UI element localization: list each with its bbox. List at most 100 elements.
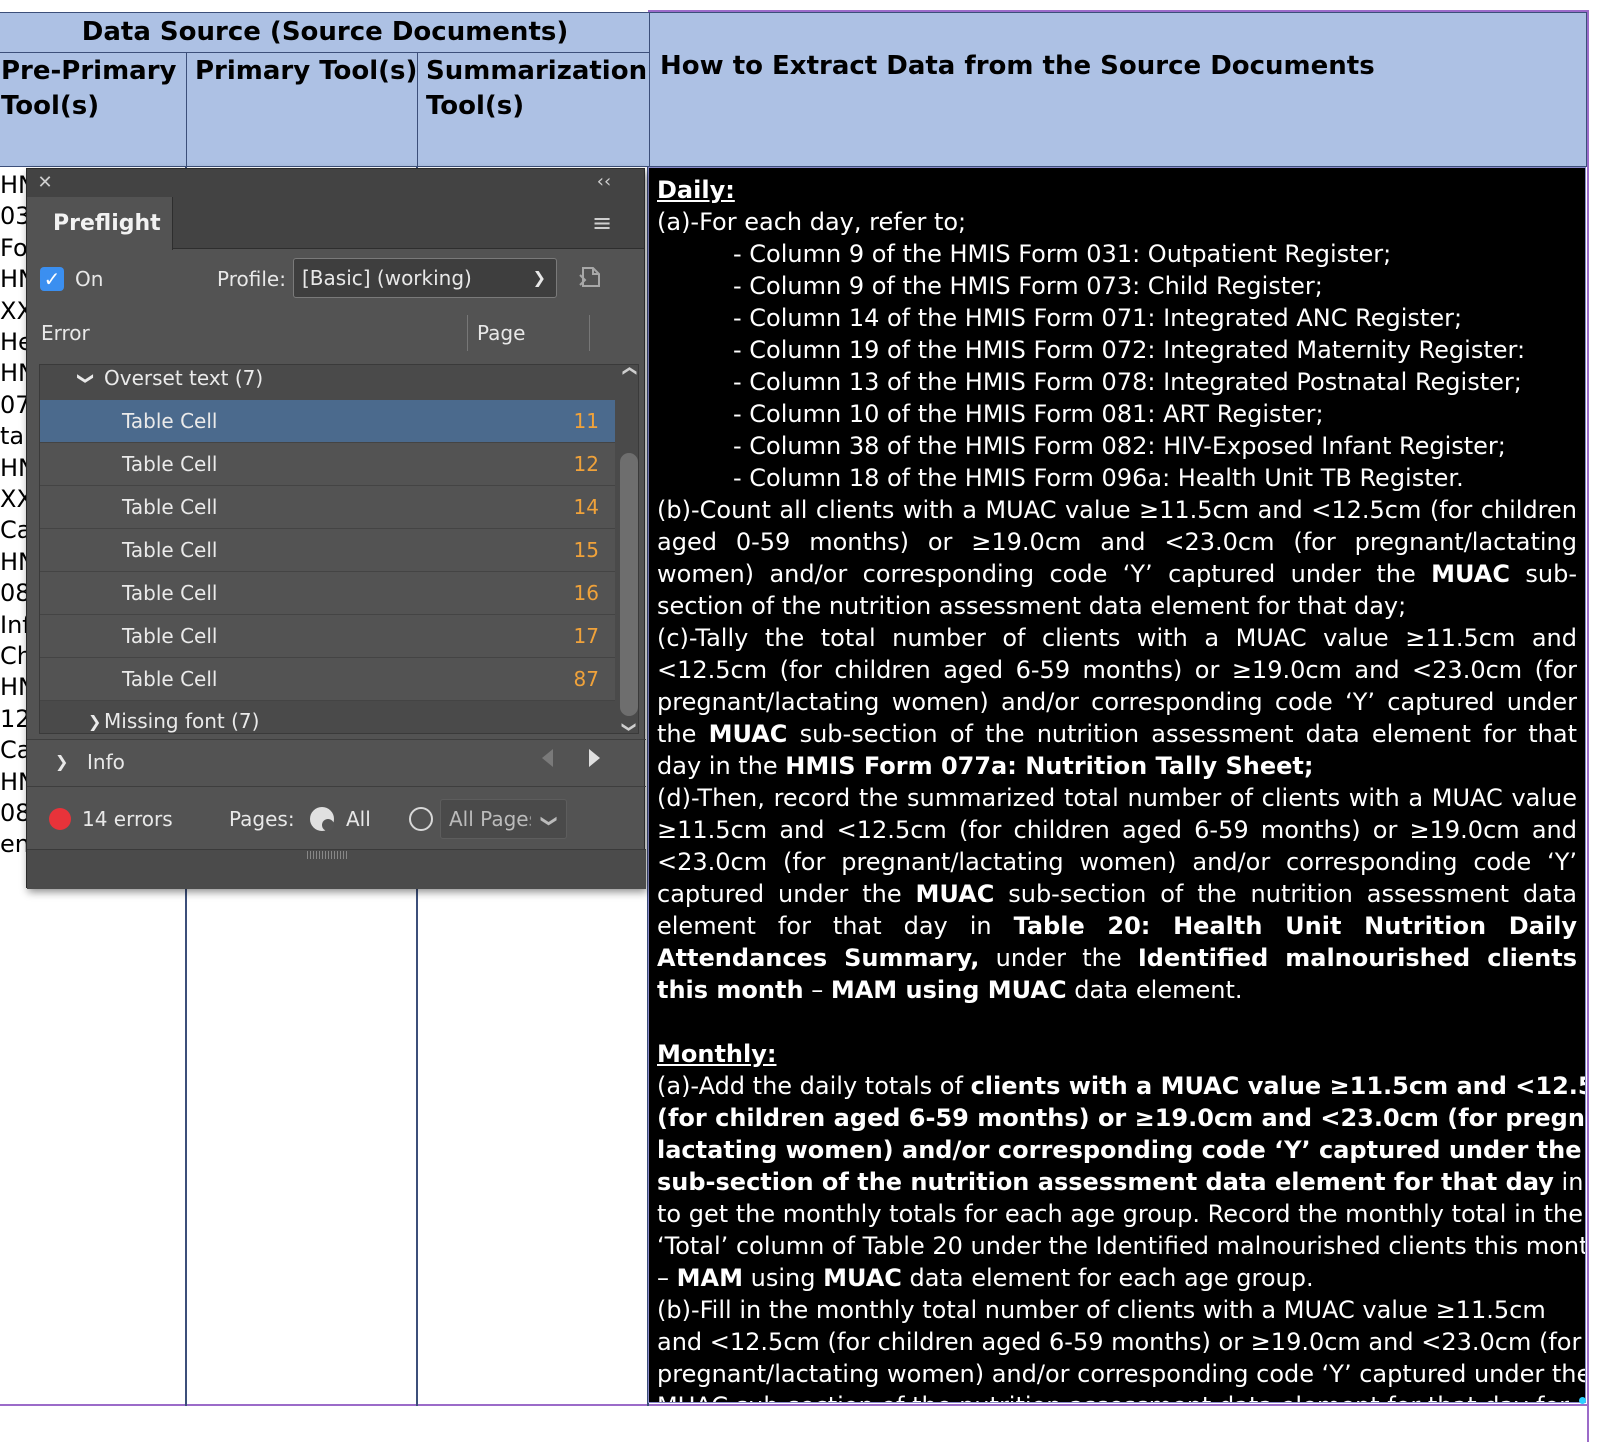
error-row-label: Table Cell bbox=[122, 495, 218, 519]
pages-range-radio[interactable] bbox=[409, 807, 433, 831]
daily-register-item: - Column 38 of the HMIS Form 082: HIV-Ex… bbox=[733, 432, 1506, 460]
list-scroll-thumb[interactable] bbox=[620, 453, 638, 716]
daily-heading: Daily: bbox=[657, 176, 735, 204]
pages-range-select[interactable]: All Pages ❯ bbox=[440, 799, 567, 839]
error-row-page[interactable]: 15 bbox=[574, 529, 599, 572]
daily-c-muac: MUAC bbox=[708, 720, 788, 748]
header-primary: Primary Tool(s) bbox=[186, 52, 418, 167]
monthly-a-line6: ‘Total’ column of Table 20 under the Ide… bbox=[657, 1232, 1586, 1260]
daily-b-muac: MUAC bbox=[1431, 560, 1510, 588]
error-row-label: Table Cell bbox=[122, 667, 218, 691]
monthly-b-line3: pregnant/lactating women) and/or corresp… bbox=[657, 1360, 1586, 1388]
daily-d-muac: MUAC bbox=[915, 880, 995, 908]
previous-icon[interactable] bbox=[542, 749, 553, 767]
group-overset-text[interactable]: ❯ Overset text (7) bbox=[40, 357, 615, 400]
error-row-page[interactable]: 87 bbox=[574, 658, 599, 701]
error-row-label: Table Cell bbox=[122, 624, 218, 648]
error-row[interactable]: Table Cell 15 bbox=[40, 529, 615, 572]
header-summarization-line2: Tool(s) bbox=[426, 91, 525, 121]
header-pre-primary-line2: Tool(s) bbox=[1, 91, 100, 121]
header-how-to-extract-label: How to Extract Data from the Source Docu… bbox=[660, 51, 1375, 81]
monthly-a-dash: – bbox=[657, 1264, 677, 1292]
chevron-right-icon: ❯ bbox=[55, 752, 69, 771]
status-indicator-icon bbox=[49, 808, 71, 830]
monthly-a-bold-2: (for children aged 6-59 months) or ≥19.0… bbox=[657, 1104, 1586, 1132]
info-section[interactable]: ❯ Info bbox=[27, 739, 646, 787]
error-row-page[interactable]: 12 bbox=[574, 443, 599, 486]
chevron-right-icon: ❯ bbox=[88, 712, 102, 731]
error-row[interactable]: Table Cell 87 bbox=[40, 658, 615, 701]
header-data-source: Data Source (Source Documents) bbox=[0, 12, 650, 53]
header-summarization-line1: Summarization bbox=[426, 56, 648, 86]
daily-d-paragraph: (d)-Then, record the summarized total nu… bbox=[657, 782, 1577, 1006]
monthly-heading: Monthly: bbox=[657, 1040, 777, 1068]
panel-tab-bar: Preflight ≡ bbox=[27, 197, 644, 250]
header-summarization: Summarization Tool(s) bbox=[417, 52, 650, 167]
daily-register-item: - Column 9 of the HMIS Form 073: Child R… bbox=[733, 272, 1323, 300]
extract-instructions-cell: Daily: (a)-For each day, refer to; - Col… bbox=[648, 167, 1586, 1403]
header-pre-primary-line1: Pre-Primary bbox=[1, 56, 177, 86]
panel-menu-icon[interactable]: ≡ bbox=[587, 209, 617, 237]
monthly-a-line7: – MAM using MUAC data element for each a… bbox=[657, 1262, 1577, 1294]
pages-all-label: All bbox=[346, 807, 371, 831]
group-overset-label: Overset text (7) bbox=[104, 366, 264, 390]
daily-register-list: - Column 9 of the HMIS Form 031: Outpati… bbox=[657, 238, 1577, 494]
next-icon[interactable] bbox=[589, 749, 600, 767]
monthly-b-line2: and <12.5cm (for children aged 6-59 mont… bbox=[657, 1328, 1582, 1356]
pages-all-radio[interactable] bbox=[310, 807, 334, 831]
error-row[interactable]: Table Cell 12 bbox=[40, 443, 615, 486]
error-row[interactable]: Table Cell 14 bbox=[40, 486, 615, 529]
monthly-b-line4: MUAC sub-section of the nutrition assess… bbox=[657, 1390, 1577, 1402]
daily-c-form: HMIS Form 077a: Nutrition Tally Sheet; bbox=[785, 752, 1314, 780]
column-header-divider-2 bbox=[589, 315, 590, 351]
error-row-label: Table Cell bbox=[122, 409, 218, 433]
scroll-down-icon[interactable]: ❯ bbox=[619, 718, 639, 736]
close-icon[interactable]: ✕ bbox=[33, 169, 57, 197]
column-header-page: Page bbox=[477, 321, 526, 345]
header-pre-primary: Pre-Primary Tool(s) bbox=[0, 52, 187, 167]
error-row-page[interactable]: 17 bbox=[574, 615, 599, 658]
overset-marker[interactable] bbox=[1579, 1397, 1586, 1404]
monthly-a-bold-3: lactating women) and/or corresponding co… bbox=[657, 1136, 1586, 1164]
pages-label: Pages: bbox=[229, 807, 295, 831]
daily-register-item: - Column 14 of the HMIS Form 071: Integr… bbox=[733, 304, 1463, 332]
profile-label: Profile: bbox=[217, 267, 286, 291]
daily-c-paragraph: (c)-Tally the total number of clients wi… bbox=[657, 622, 1577, 782]
scroll-up-icon[interactable]: ❯ bbox=[619, 362, 639, 380]
error-row-page[interactable]: 14 bbox=[574, 486, 599, 529]
resize-grip[interactable] bbox=[307, 851, 347, 859]
monthly-a-line4: sub-section of the nutrition assessment … bbox=[657, 1166, 1585, 1198]
header-data-source-label: Data Source (Source Documents) bbox=[81, 17, 569, 47]
daily-register-item: - Column 13 of the HMIS Form 078: Integr… bbox=[733, 368, 1522, 396]
collapse-panel-icon[interactable]: ‹‹ bbox=[589, 169, 619, 197]
group-missing-font-label: Missing font (7) bbox=[104, 709, 260, 733]
tab-preflight[interactable]: Preflight bbox=[27, 197, 173, 250]
group-missing-font[interactable]: ❯ Missing font (7) bbox=[40, 700, 615, 743]
pre-primary-fragment: Fo bbox=[0, 233, 28, 262]
error-row-label: Table Cell bbox=[122, 538, 218, 562]
header-primary-label: Primary Tool(s) bbox=[195, 56, 418, 86]
chevron-down-icon: ❯ bbox=[532, 268, 546, 287]
monthly-a-bold-4: sub-section of the nutrition assessment … bbox=[657, 1168, 1554, 1196]
error-row-page[interactable]: 11 bbox=[574, 400, 599, 443]
info-label: Info bbox=[87, 750, 125, 774]
table-frame-right bbox=[1587, 10, 1589, 1442]
chevron-down-icon: ❯ bbox=[530, 810, 566, 828]
monthly-a-line1: (a)-Add the daily totals of clients with… bbox=[657, 1070, 1585, 1102]
monthly-a-text: (a)-Add the daily totals of bbox=[657, 1072, 971, 1100]
error-row[interactable]: Table Cell 17 bbox=[40, 615, 615, 658]
on-checkbox[interactable]: ✓ bbox=[40, 267, 64, 291]
define-profiles-icon[interactable] bbox=[577, 263, 605, 291]
profile-select[interactable]: [Basic] (working) ❯ bbox=[293, 258, 557, 298]
error-row-label: Table Cell bbox=[122, 581, 218, 605]
preflight-panel: ✕ ‹‹ Preflight ≡ ✓ On Profile: [Basic] (… bbox=[26, 168, 646, 889]
monthly-a-text-2: in Table 20 bbox=[1561, 1168, 1585, 1196]
chevron-down-icon: ❯ bbox=[77, 371, 97, 386]
error-list[interactable]: ❯ Overset text (7) Table Cell 11 Table Cel… bbox=[39, 364, 639, 734]
error-row-page[interactable]: 16 bbox=[574, 572, 599, 615]
monthly-a-end: data element for each age group. bbox=[901, 1264, 1314, 1292]
error-row[interactable]: Table Cell 16 bbox=[40, 572, 615, 615]
error-row[interactable]: Table Cell 11 bbox=[40, 400, 615, 443]
error-count[interactable]: 14 errors bbox=[82, 805, 173, 833]
